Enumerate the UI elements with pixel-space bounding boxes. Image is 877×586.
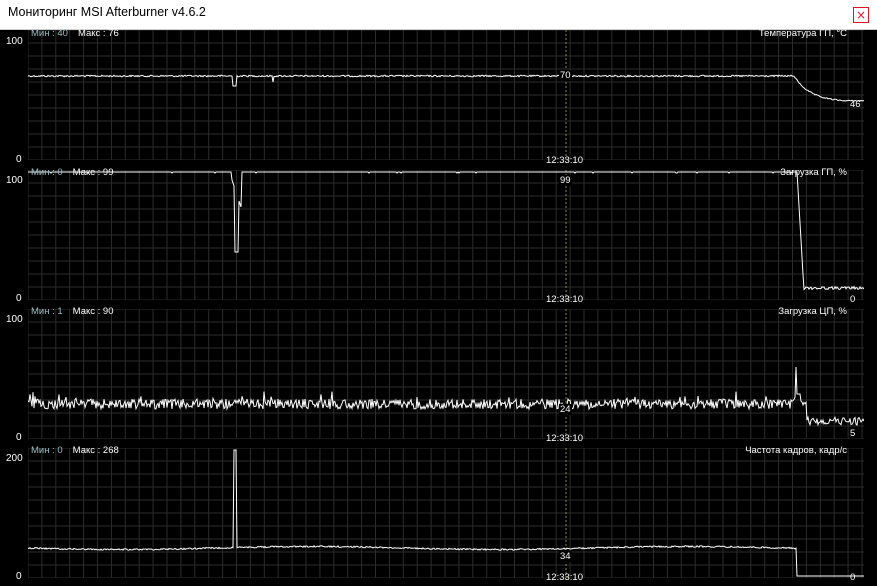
graph-plot[interactable] — [28, 30, 864, 160]
cursor-value: 99 — [559, 175, 572, 186]
y-max-label: 100 — [6, 36, 23, 47]
min-max-labels: Мин : 1 Макс : 90 — [31, 306, 113, 317]
graph-framerate: 200 0 Мин : 0 Макс : 268 Частота кадров, … — [0, 445, 877, 586]
min-label: Мин : 40 — [31, 28, 68, 39]
graph-canvas — [28, 309, 864, 439]
graph-plot[interactable] — [28, 170, 864, 300]
y-max-label: 200 — [6, 453, 23, 464]
current-value: 5 — [850, 428, 856, 439]
graph-canvas — [28, 30, 864, 160]
monitoring-area: 100 0 Мин : 40 Макс : 76 Температура ГП, … — [0, 28, 877, 586]
timestamp: 12:33:10 — [546, 294, 583, 305]
graph-plot[interactable] — [28, 448, 864, 578]
graph-gpu-temperature: 100 0 Мин : 40 Макс : 76 Температура ГП, … — [0, 28, 877, 169]
max-label: Макс : 76 — [77, 28, 119, 39]
timestamp: 12:33:10 — [546, 433, 583, 444]
y-min-label: 0 — [16, 154, 22, 165]
max-label: Макс : 268 — [72, 445, 119, 456]
current-value: 0 — [850, 572, 856, 583]
graph-gpu-load: 100 0 Мин : 0 Макс : 99 Загрузка ГП, % 12… — [0, 167, 877, 308]
min-label: Мин : 0 — [31, 167, 63, 178]
graph-name: Загрузка ГП, % — [780, 167, 847, 178]
y-min-label: 0 — [16, 293, 22, 304]
graph-plot[interactable] — [28, 309, 864, 439]
y-max-label: 100 — [6, 175, 23, 186]
min-max-labels: Мин : 0 Макс : 268 — [31, 445, 119, 456]
min-max-labels: Мин : 0 Макс : 99 — [31, 167, 113, 178]
timestamp: 12:33:10 — [546, 572, 583, 583]
y-min-label: 0 — [16, 432, 22, 443]
graph-name: Частота кадров, кадр/с — [745, 445, 847, 456]
graph-name: Температура ГП, °C — [758, 28, 847, 39]
window-title: Мониторинг MSI Afterburner v4.6.2 — [8, 5, 206, 19]
cursor-value: 34 — [559, 551, 572, 562]
current-value: 0 — [850, 294, 856, 305]
min-max-labels: Мин : 40 Макс : 76 — [31, 28, 119, 39]
max-label: Макс : 99 — [72, 167, 114, 178]
graph-cpu-load: 100 0 Мин : 1 Макс : 90 Загрузка ЦП, % 12… — [0, 306, 877, 447]
title-bar: Мониторинг MSI Afterburner v4.6.2 × — [0, 0, 877, 30]
graph-name: Загрузка ЦП, % — [778, 306, 847, 317]
max-label: Макс : 90 — [72, 306, 114, 317]
cursor-value: 70 — [559, 70, 572, 81]
min-label: Мин : 1 — [31, 306, 63, 317]
y-max-label: 100 — [6, 314, 23, 325]
current-value: 46 — [850, 99, 861, 110]
graph-canvas — [28, 170, 864, 300]
cursor-value: 24 — [559, 404, 572, 415]
graph-canvas — [28, 448, 864, 578]
close-button[interactable]: × — [853, 7, 869, 23]
min-label: Мин : 0 — [31, 445, 63, 456]
timestamp: 12:33:10 — [546, 155, 583, 166]
y-min-label: 0 — [16, 571, 22, 582]
